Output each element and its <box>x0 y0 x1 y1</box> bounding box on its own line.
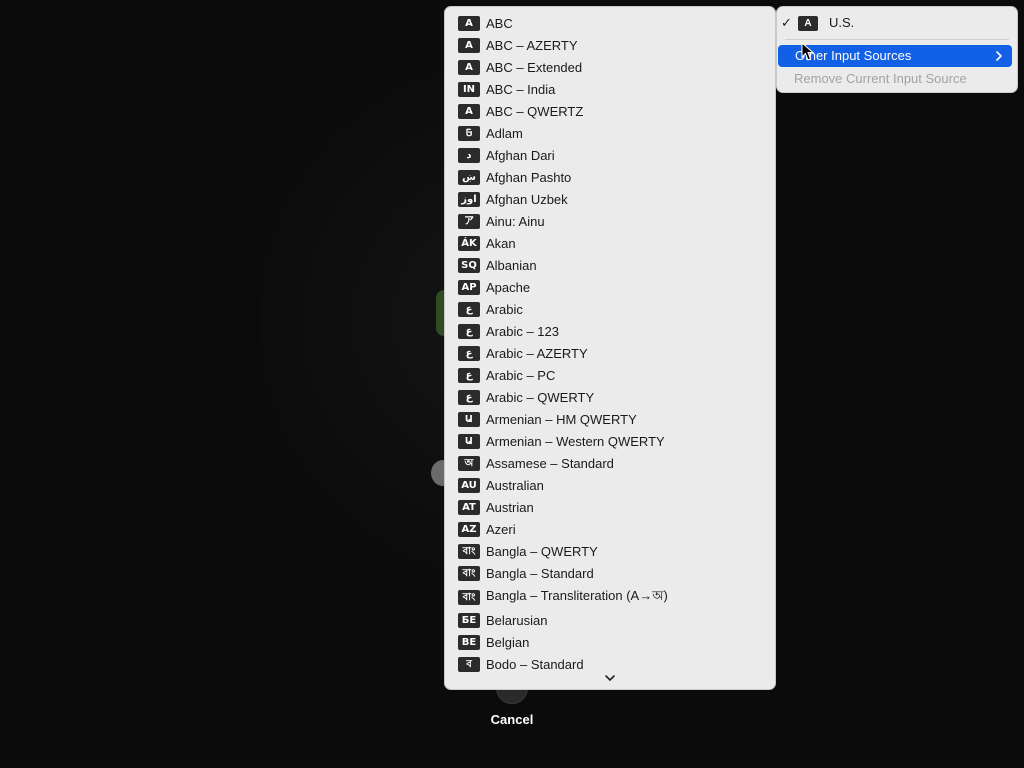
input-source-label: Arabic – PC <box>486 367 556 383</box>
input-source-label: Assamese – Standard <box>486 455 614 471</box>
input-source-badge: A <box>458 15 480 31</box>
input-source-badge: BE <box>458 634 480 650</box>
input-source-item[interactable]: A ABC – Extended <box>445 56 775 78</box>
input-source-badge: বাং <box>458 543 480 559</box>
input-source-label: Azeri <box>486 521 516 537</box>
input-source-badge: AT <box>458 499 480 515</box>
input-source-item[interactable]: বাং Bangla – Transliteration (A→অ) <box>445 586 775 608</box>
input-source-item[interactable]: ع Arabic – 123 <box>445 320 775 342</box>
input-source-label: ABC – India <box>486 81 556 97</box>
input-source-badge: A <box>458 103 480 119</box>
input-source-label: Belarusian <box>486 612 548 628</box>
input-source-item[interactable]: 𞤀 Adlam <box>445 122 775 144</box>
input-source-label: Arabic <box>486 301 523 317</box>
input-source-item[interactable]: اوز Afghan Uzbek <box>445 188 775 210</box>
input-source-item[interactable]: A ABC – QWERTZ <box>445 100 775 122</box>
current-input-source-item[interactable]: U.S. <box>829 15 854 30</box>
input-source-item[interactable]: AZ Azeri <box>445 518 775 540</box>
input-source-badge: A <box>798 16 818 31</box>
input-source-badge: SQ <box>458 257 480 273</box>
input-source-label: Austrian <box>486 499 534 515</box>
input-source-item[interactable]: ع Arabic – AZERTY <box>445 342 775 364</box>
input-source-badge: A <box>458 37 480 53</box>
input-source-badge: ع <box>458 301 480 317</box>
input-source-badge: ア <box>458 213 480 229</box>
input-source-badge: বাং <box>458 565 480 581</box>
input-source-item[interactable]: AU Australian <box>445 474 775 496</box>
cancel-label[interactable]: Cancel <box>472 712 552 727</box>
input-source-item[interactable]: AP Apache <box>445 276 775 298</box>
input-source-label: Bangla – QWERTY <box>486 543 598 559</box>
input-source-label: Adlam <box>486 125 523 141</box>
input-source-badge: ع <box>458 323 480 339</box>
input-source-label: Bangla – Transliteration (A→অ) <box>486 587 668 603</box>
checkmark-icon: ✓ <box>781 15 792 30</box>
input-source-badge: AZ <box>458 521 480 537</box>
input-source-badge: অ <box>458 455 480 471</box>
input-source-item[interactable]: ع Arabic – QWERTY <box>445 386 775 408</box>
input-source-badge: Ա <box>458 411 480 427</box>
input-source-label: Arabic – 123 <box>486 323 559 339</box>
input-source-item[interactable]: IN ABC – India <box>445 78 775 100</box>
input-source-item[interactable]: ア Ainu: Ainu <box>445 210 775 232</box>
input-source-label: Bodo – Standard <box>486 656 584 672</box>
input-source-item[interactable]: ع Arabic – PC <box>445 364 775 386</box>
input-source-item[interactable]: د Afghan Dari <box>445 144 775 166</box>
input-source-label: ABC <box>486 15 513 31</box>
input-source-item[interactable]: ÁK Akan <box>445 232 775 254</box>
input-source-label: Australian <box>486 477 544 493</box>
input-source-badge: ع <box>458 389 480 405</box>
input-source-badge: ع <box>458 345 480 361</box>
input-source-label: Ainu: Ainu <box>486 213 545 229</box>
input-source-label: Belgian <box>486 634 530 650</box>
input-source-badge: A <box>458 59 480 75</box>
input-source-label: Albanian <box>486 257 537 273</box>
input-source-label: Bangla – Standard <box>486 565 594 581</box>
input-source-badge: 𞤀 <box>458 125 480 141</box>
input-source-label: Apache <box>486 279 531 295</box>
input-source-badge: Ա <box>458 433 480 449</box>
menu-separator <box>785 39 1009 40</box>
input-sources-submenu: A ABC A ABC – AZERTY A ABC – Extended IN ABC – … <box>444 6 776 690</box>
input-source-label: Afghan Dari <box>486 147 555 163</box>
input-source-badge: AU <box>458 477 480 493</box>
mouse-pointer-icon <box>801 42 815 61</box>
input-source-item[interactable]: A ABC – AZERTY <box>445 34 775 56</box>
input-source-item[interactable]: БЕ Belarusian <box>445 609 775 631</box>
input-source-badge: ع <box>458 367 480 383</box>
input-source-label: ABC – Extended <box>486 59 583 75</box>
input-source-label: Armenian – HM QWERTY <box>486 411 637 427</box>
input-source-badge: বাং <box>458 589 480 605</box>
input-source-label: Armenian – Western QWERTY <box>486 433 665 449</box>
remove-input-source-item: Remove Current Input Source <box>794 71 967 86</box>
input-source-label: Afghan Uzbek <box>486 191 568 207</box>
input-source-item[interactable]: ع Arabic <box>445 298 775 320</box>
input-source-item[interactable]: A ABC <box>445 12 775 34</box>
input-source-label: ABC – AZERTY <box>486 37 578 53</box>
input-source-item[interactable]: অ Assamese – Standard <box>445 452 775 474</box>
input-source-item[interactable]: Ա Armenian – Western QWERTY <box>445 430 775 452</box>
input-source-item[interactable]: বাং Bangla – QWERTY <box>445 540 775 562</box>
input-source-item[interactable]: ښ Afghan Pashto <box>445 166 775 188</box>
input-source-label: Arabic – QWERTY <box>486 389 595 405</box>
input-source-badge: ښ <box>458 169 480 185</box>
input-source-badge: AP <box>458 279 480 295</box>
input-source-item[interactable]: ব Bodo – Standard <box>445 653 775 675</box>
input-source-item[interactable]: বাং Bangla – Standard <box>445 562 775 584</box>
input-source-label: Akan <box>486 235 516 251</box>
input-source-badge: د <box>458 147 480 163</box>
input-source-item[interactable]: AT Austrian <box>445 496 775 518</box>
input-source-item[interactable]: Ա Armenian – HM QWERTY <box>445 408 775 430</box>
input-source-label: ABC – QWERTZ <box>486 103 584 119</box>
input-source-badge: اوز <box>458 191 480 207</box>
input-source-badge: ÁK <box>458 235 480 251</box>
input-source-item[interactable]: BE Belgian <box>445 631 775 653</box>
chevron-right-icon <box>996 51 1002 61</box>
input-source-badge: БЕ <box>458 612 480 628</box>
input-source-label: Arabic – AZERTY <box>486 345 588 361</box>
input-source-badge: IN <box>458 81 480 97</box>
input-source-label: Afghan Pashto <box>486 169 572 185</box>
input-source-item[interactable]: SQ Albanian <box>445 254 775 276</box>
input-source-badge: ব <box>458 656 480 672</box>
